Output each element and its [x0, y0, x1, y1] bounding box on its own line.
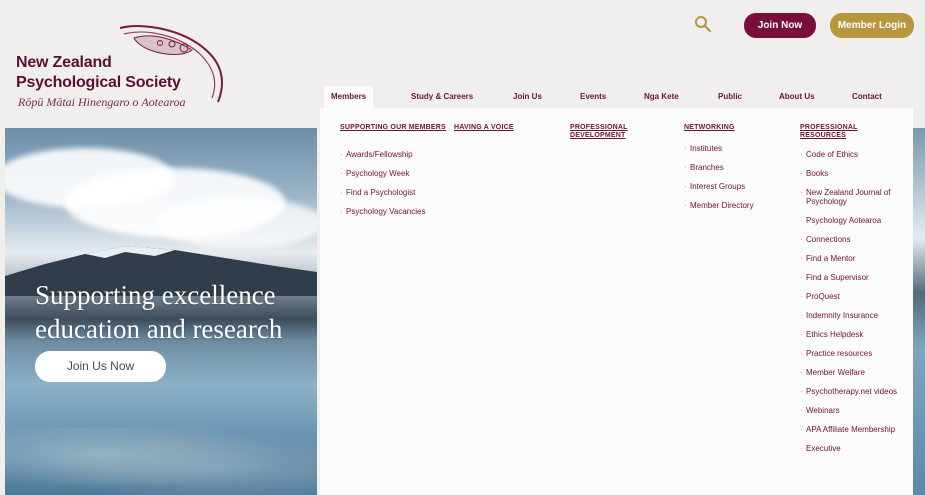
hero-right-edge: [913, 128, 925, 495]
menu-link-psychology-aotearoa[interactable]: Psychology Aotearoa: [800, 216, 900, 225]
nav-item-about-us[interactable]: About Us: [772, 86, 822, 108]
menu-link-apa-affiliate[interactable]: APA Affiliate Membership: [800, 425, 900, 434]
menu-link-interest-groups[interactable]: Interest Groups: [684, 182, 794, 191]
main-nav: Members Study & Careers Join Us Events N…: [320, 86, 920, 108]
nav-item-nga-kete[interactable]: Nga Kete: [637, 86, 686, 108]
menu-link-webinars[interactable]: Webinars: [800, 406, 900, 415]
menu-link-psychotherapy-videos[interactable]: Psychotherapy.net videos: [800, 387, 900, 396]
menu-heading-supporting[interactable]: SUPPORTING OUR MEMBERS: [340, 124, 450, 140]
menu-link-code-of-ethics[interactable]: Code of Ethics: [800, 150, 900, 159]
menu-link-awards[interactable]: Awards/Fellowship: [340, 150, 450, 159]
menu-column-voice: HAVING A VOICE: [454, 124, 564, 144]
menu-link-executive[interactable]: Executive: [800, 444, 900, 453]
join-us-now-button[interactable]: Join Us Now: [35, 351, 166, 382]
menu-heading-voice[interactable]: HAVING A VOICE: [454, 124, 564, 132]
menu-link-books[interactable]: Books: [800, 169, 900, 178]
menu-column-resources: PROFESSIONAL RESOURCES Code of Ethics Bo…: [800, 124, 900, 463]
menu-link-find-mentor[interactable]: Find a Mentor: [800, 254, 900, 263]
menu-link-institutes[interactable]: Institutes: [684, 144, 794, 153]
nav-item-contact[interactable]: Contact: [845, 86, 889, 108]
menu-link-member-directory[interactable]: Member Directory: [684, 201, 794, 210]
menu-link-find-psychologist[interactable]: Find a Psychologist: [340, 188, 450, 197]
menu-link-nz-journal[interactable]: New Zealand Journal of Psychology: [800, 188, 900, 206]
menu-link-indemnity-insurance[interactable]: Indemnity Insurance: [800, 311, 900, 320]
join-now-button[interactable]: Join Now: [744, 13, 816, 38]
logo-line-2: Psychological Society: [16, 74, 181, 91]
nav-item-public[interactable]: Public: [711, 86, 749, 108]
lake-rocks: [5, 428, 317, 495]
nav-item-events[interactable]: Events: [573, 86, 613, 108]
menu-link-member-welfare[interactable]: Member Welfare: [800, 368, 900, 377]
menu-column-networking: NETWORKING Institutes Branches Interest …: [684, 124, 794, 220]
menu-column-development: PROFESSIONAL DEVELOPMENT: [570, 124, 650, 150]
menu-heading-networking[interactable]: NETWORKING: [684, 124, 794, 132]
menu-link-psychology-week[interactable]: Psychology Week: [340, 169, 450, 178]
member-login-button[interactable]: Member Login: [830, 13, 914, 38]
search-icon[interactable]: [693, 14, 713, 34]
hero-heading-line-1: Supporting excellence: [35, 280, 276, 310]
nav-item-study-careers[interactable]: Study & Careers: [404, 86, 480, 108]
members-mega-menu: SUPPORTING OUR MEMBERS Awards/Fellowship…: [320, 108, 913, 495]
menu-heading-resources[interactable]: PROFESSIONAL RESOURCES: [800, 124, 900, 140]
menu-heading-development[interactable]: PROFESSIONAL DEVELOPMENT: [570, 124, 650, 140]
menu-column-supporting: SUPPORTING OUR MEMBERS Awards/Fellowship…: [340, 124, 450, 226]
menu-link-proquest[interactable]: ProQuest: [800, 292, 900, 301]
menu-link-vacancies[interactable]: Psychology Vacancies: [340, 207, 450, 216]
nav-item-join-us[interactable]: Join Us: [506, 86, 549, 108]
menu-link-ethics-helpdesk[interactable]: Ethics Helpdesk: [800, 330, 900, 339]
hero-banner: Supporting excellence education and rese…: [5, 128, 317, 495]
site-logo[interactable]: New Zealand Psychological Society Rōpū M…: [14, 20, 244, 112]
nav-item-members[interactable]: Members: [324, 86, 374, 108]
logo-line-1: New Zealand: [16, 54, 112, 71]
menu-link-practice-resources[interactable]: Practice resources: [800, 349, 900, 358]
menu-link-find-supervisor[interactable]: Find a Supervisor: [800, 273, 900, 282]
hero-heading-line-2: education and research: [35, 314, 283, 344]
logo-tagline: Rōpū Mātai Hinengaro o Aotearoa: [18, 95, 186, 109]
menu-link-connections[interactable]: Connections: [800, 235, 900, 244]
menu-link-branches[interactable]: Branches: [684, 163, 794, 172]
